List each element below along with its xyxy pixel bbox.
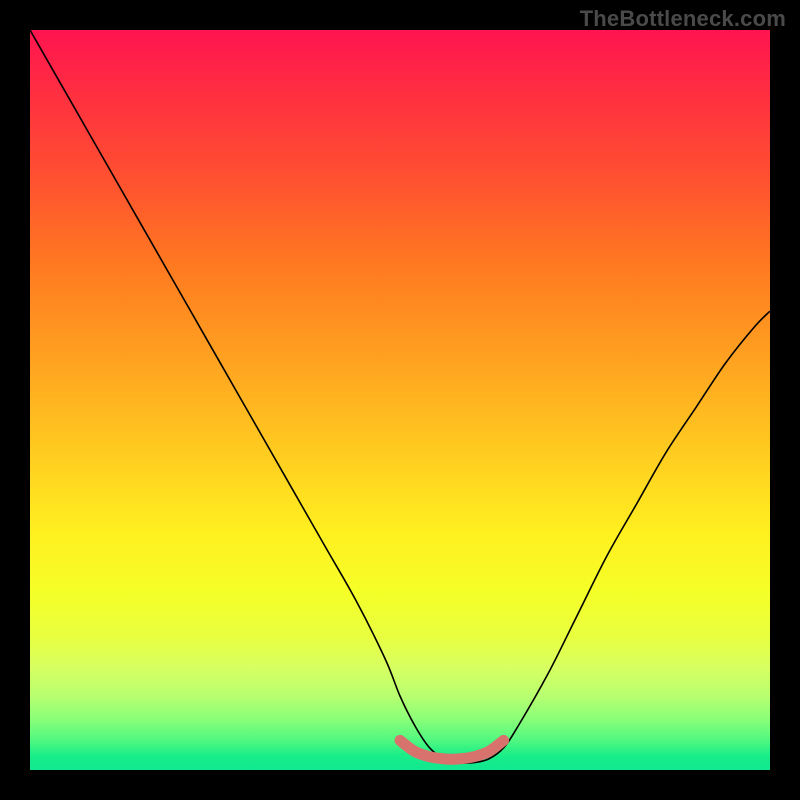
chart-frame: TheBottleneck.com — [0, 0, 800, 800]
plot-area — [30, 30, 770, 770]
bottleneck-curve — [30, 30, 770, 763]
watermark-text: TheBottleneck.com — [580, 6, 786, 32]
trough-marker — [400, 740, 504, 759]
curve-svg — [30, 30, 770, 770]
